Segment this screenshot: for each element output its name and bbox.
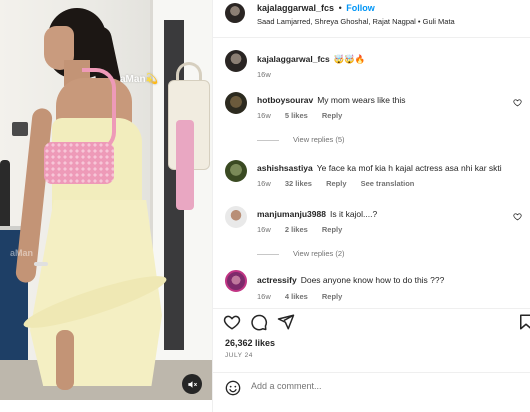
comment-body: kajalaggarwal_fcs 🤯🤯🔥 bbox=[257, 54, 366, 65]
commenter-username[interactable]: hotboysourav bbox=[257, 95, 313, 105]
emoji-icon[interactable] bbox=[225, 380, 241, 396]
see-translation-link[interactable]: See translation bbox=[361, 179, 415, 188]
comment-body: hotboysourav My mom wears like this bbox=[257, 95, 406, 105]
comment-time: 16w bbox=[257, 70, 271, 79]
share-icon[interactable] bbox=[277, 313, 295, 331]
commenter-avatar[interactable] bbox=[225, 206, 247, 228]
replies-divider bbox=[257, 253, 279, 255]
comment-time: 16w bbox=[257, 179, 271, 188]
reply-button[interactable]: Reply bbox=[322, 292, 342, 301]
comment-meta: 16w bbox=[257, 70, 283, 79]
leg bbox=[56, 330, 74, 390]
post-actions bbox=[213, 308, 530, 334]
commenter-username[interactable]: ashishsastiya bbox=[257, 163, 313, 173]
pink-garment bbox=[176, 120, 194, 210]
bottle bbox=[0, 160, 10, 230]
video-watermark: aMan💫 bbox=[120, 74, 159, 85]
post-media[interactable]: aMan💫 aMan bbox=[0, 0, 212, 400]
comment-time: 16w bbox=[257, 225, 271, 234]
comment-text: Does anyone know how to do this ??? bbox=[300, 275, 445, 285]
wall-outlet bbox=[12, 122, 28, 136]
follow-button[interactable]: Follow bbox=[346, 3, 375, 13]
commenter-avatar[interactable] bbox=[225, 270, 247, 292]
view-replies-label: View replies (5) bbox=[293, 135, 345, 144]
audio-attribution[interactable]: Saad Lamjarred, Shreya Ghoshal, Rajat Na… bbox=[257, 17, 455, 26]
reply-button[interactable]: Reply bbox=[322, 111, 342, 120]
video-watermark-faded: aMan bbox=[10, 248, 34, 258]
reply-button[interactable]: Reply bbox=[322, 225, 342, 234]
commenter-avatar[interactable] bbox=[225, 92, 247, 114]
commenter-avatar[interactable] bbox=[225, 160, 247, 182]
comment-meta: 16w 5 likes Reply bbox=[257, 111, 354, 120]
view-replies-button[interactable]: View replies (5) bbox=[257, 135, 345, 144]
likes-count[interactable]: 26,362 likes bbox=[225, 338, 275, 348]
pink-handbag bbox=[44, 142, 114, 184]
commenter-username[interactable]: manjumanju3988 bbox=[257, 209, 326, 219]
comment-likes[interactable]: 2 likes bbox=[285, 225, 308, 234]
commenter-avatar[interactable] bbox=[225, 50, 247, 72]
comment-like-heart-icon[interactable] bbox=[513, 212, 522, 221]
comment-likes[interactable]: 4 likes bbox=[285, 292, 308, 301]
view-replies-button[interactable]: View replies (2) bbox=[257, 249, 345, 258]
author-line: kajalaggarwal_fcs • Follow bbox=[257, 3, 375, 13]
post-header: kajalaggarwal_fcs • Follow Saad Lamjarre… bbox=[213, 0, 530, 38]
author-username[interactable]: kajalaggarwal_fcs bbox=[257, 3, 334, 13]
comments-panel: kajalaggarwal_fcs • Follow Saad Lamjarre… bbox=[212, 0, 530, 412]
speaker-muted-icon bbox=[187, 380, 197, 388]
heart-icon[interactable] bbox=[223, 313, 241, 331]
comment-meta: 16w 4 likes Reply bbox=[257, 292, 354, 301]
replies-divider bbox=[257, 139, 279, 141]
commenter-username[interactable]: actressify bbox=[257, 275, 297, 285]
post-date: JULY 24 bbox=[225, 352, 253, 359]
comment-text: My mom wears like this bbox=[317, 95, 406, 105]
comment-body: actressify Does anyone know how to do thi… bbox=[257, 275, 444, 285]
handbag-strap bbox=[82, 68, 116, 152]
comment-body: manjumanju3988 Is it kajol....? bbox=[257, 209, 377, 219]
comment-like-heart-icon[interactable] bbox=[513, 98, 522, 107]
comment-likes[interactable]: 32 likes bbox=[285, 179, 312, 188]
bookmark-icon[interactable] bbox=[517, 313, 530, 331]
comment-text: 🤯🤯🔥 bbox=[333, 54, 366, 64]
comment-meta: 16w 32 likes Reply See translation bbox=[257, 179, 426, 188]
author-avatar[interactable] bbox=[225, 3, 245, 23]
add-comment-bar bbox=[213, 372, 530, 402]
comment-text: Ye face ka mof kia h kajal actress asa n… bbox=[316, 163, 502, 173]
mute-button[interactable] bbox=[182, 374, 202, 394]
comment-likes[interactable]: 5 likes bbox=[285, 111, 308, 120]
comment-body: ashishsastiya Ye face ka mof kia h kajal … bbox=[257, 163, 502, 173]
separator-dot: • bbox=[338, 3, 342, 13]
comment-icon[interactable] bbox=[250, 313, 268, 331]
comment-text: Is it kajol....? bbox=[329, 209, 378, 219]
commenter-username[interactable]: kajalaggarwal_fcs bbox=[257, 54, 330, 64]
bracelet bbox=[34, 262, 48, 266]
comment-time: 16w bbox=[257, 111, 271, 120]
comment-meta: 16w 2 likes Reply bbox=[257, 225, 354, 234]
add-comment-input[interactable] bbox=[251, 381, 511, 391]
comment-time: 16w bbox=[257, 292, 271, 301]
view-replies-label: View replies (2) bbox=[293, 249, 345, 258]
reply-button[interactable]: Reply bbox=[326, 179, 346, 188]
